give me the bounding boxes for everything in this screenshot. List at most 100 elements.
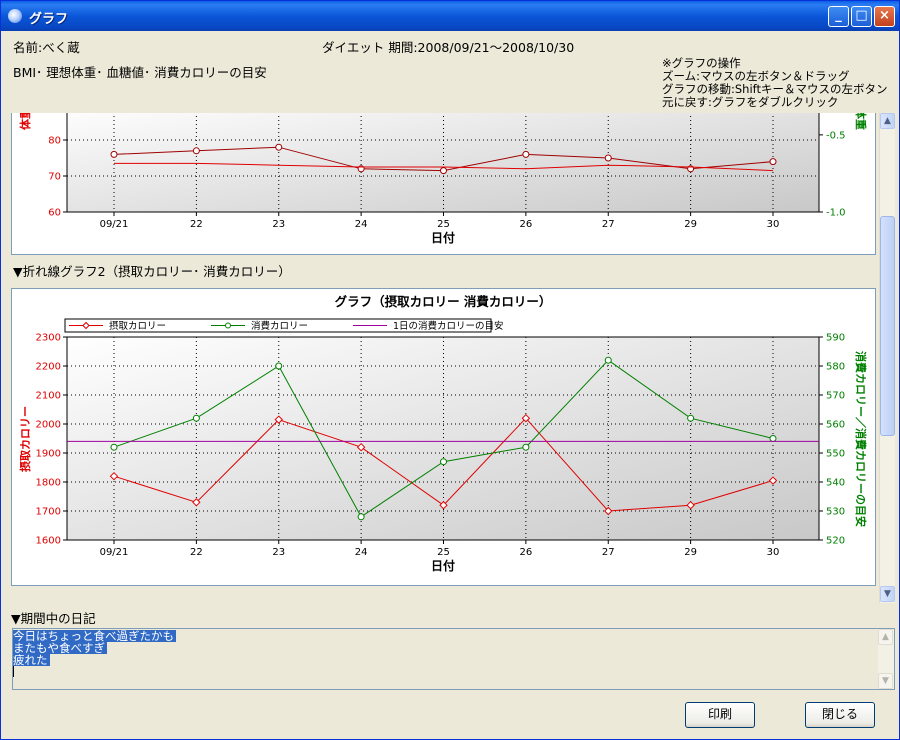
diet-period: ダイエット 期間:2008/09/21～2008/10/30 — [322, 40, 575, 55]
y-tick-label-right: 530 — [826, 507, 845, 518]
x-tick-label: 22 — [190, 547, 203, 558]
minimize-button[interactable]: _ — [828, 6, 849, 27]
scroll-up-button[interactable]: ▲ — [880, 113, 895, 129]
y-axis-label-right: 体重 — [854, 113, 868, 130]
x-tick-label: 22 — [190, 219, 203, 230]
calorie-chart[interactable]: 09/21 22 23 24 25 26 27 29 30 1600 1700 1800 1900 200… — [12, 289, 876, 586]
close-button[interactable]: 閉じる — [805, 702, 875, 728]
x-tick-label: 30 — [767, 219, 780, 230]
legend-label: 1日の消費カロリーの目安 — [393, 320, 504, 332]
y-tick-label-right: 550 — [826, 449, 845, 460]
y-tick-label-right: 580 — [826, 362, 845, 373]
diary-scrollbar[interactable]: ▲ ▼ — [878, 629, 894, 689]
data-point — [769, 435, 777, 442]
window-title: グラフ — [29, 12, 69, 27]
x-tick-label: 09/21 — [100, 547, 129, 558]
x-tick-label: 26 — [520, 219, 533, 230]
data-point — [440, 167, 447, 175]
weight-chart[interactable]: 09/21222324252627293060708090-1.0-0.5日付体… — [12, 113, 876, 255]
weight-chart-panel: 09/21222324252627293060708090-1.0-0.5日付体… — [11, 113, 876, 255]
y-tick-label: 2200 — [36, 362, 61, 373]
data-point — [275, 362, 283, 370]
charts-scroll-panel[interactable]: 09/21222324252627293060708090-1.0-0.5日付体… — [11, 113, 895, 603]
chart-title: グラフ（摂取カロリー 消費カロリー） — [335, 294, 552, 309]
y-tick-label: 2300 — [36, 333, 61, 344]
y-tick-label-right: 520 — [826, 536, 845, 547]
client-area: 名前:べく蔵 ダイエット 期間:2008/09/21～2008/10/30 BM… — [4, 31, 896, 737]
maximize-button[interactable]: □ — [851, 6, 872, 27]
y-tick-label: 1600 — [36, 536, 61, 547]
legend-marker — [225, 322, 231, 329]
data-point — [110, 443, 118, 451]
diary-scroll-down[interactable]: ▼ — [878, 673, 893, 689]
data-point — [522, 443, 530, 451]
scroll-down-button[interactable]: ▼ — [880, 586, 895, 602]
x-tick-label: 24 — [355, 219, 368, 230]
print-button[interactable]: 印刷 — [685, 702, 755, 728]
graph-window: グラフ _ □ × 名前:べく蔵 ダイエット 期間:2008/09/21～200… — [0, 0, 900, 740]
y-tick-label: 2100 — [36, 391, 61, 402]
y-tick-label: 1700 — [36, 507, 61, 518]
x-tick-label: 24 — [355, 547, 368, 558]
app-icon — [8, 9, 22, 23]
user-name: 名前:べく蔵 — [13, 40, 80, 55]
x-tick-label: 09/21 — [100, 219, 129, 230]
calorie-chart-panel: 09/21 22 23 24 25 26 27 29 30 1600 1700 1800 1900 200… — [11, 288, 876, 586]
y-tick-label: 1900 — [36, 449, 61, 460]
diary-textarea[interactable]: 今日はちょっと食べ過ぎたかも またもや食べすぎ 疲れた ▲ ▼ — [12, 628, 895, 690]
data-point — [275, 143, 283, 151]
y-tick-label-right: 590 — [826, 333, 845, 344]
x-tick-label: 25 — [437, 219, 450, 230]
close-window-button[interactable]: × — [874, 6, 895, 27]
diary-scroll-up[interactable]: ▲ — [878, 629, 893, 645]
x-tick-label: 23 — [272, 547, 285, 558]
x-tick-label: 30 — [767, 547, 780, 558]
data-point — [192, 414, 200, 422]
vertical-scrollbar[interactable]: ▲ ▼ — [879, 113, 895, 603]
minimize-icon: _ — [835, 8, 842, 23]
y-tick-label: 1800 — [36, 478, 61, 489]
text-caret — [13, 666, 14, 677]
maximize-icon: □ — [855, 8, 868, 23]
close-icon: × — [879, 8, 890, 23]
data-point — [769, 158, 777, 166]
x-axis-label: 日付 — [431, 558, 455, 573]
x-tick-label: 29 — [684, 547, 697, 558]
diary-label: ▼期間中の日記 — [11, 611, 96, 626]
data-point — [522, 150, 530, 158]
y-tick-label-right: 540 — [826, 478, 845, 489]
y-tick-label-right: -1.0 — [826, 208, 846, 219]
diary-line: 疲れた — [13, 653, 50, 667]
data-point — [604, 356, 612, 364]
title-bar[interactable]: グラフ _ □ × — [1, 1, 899, 31]
legend-label: 消費カロリー — [251, 320, 308, 332]
y-tick-label-right: 570 — [826, 391, 845, 402]
x-tick-label: 23 — [272, 219, 285, 230]
y-axis-label: 摂取カロリー — [18, 406, 32, 472]
legend-label: 摂取カロリー — [109, 320, 166, 332]
y-axis-label-right: 消費カロリー／消費カロリーの目安 — [854, 351, 868, 527]
data-point — [604, 154, 612, 162]
y-tick-label: 80 — [48, 136, 61, 147]
y-tick-label: 70 — [48, 172, 61, 183]
x-tick-label: 29 — [684, 219, 697, 230]
y-tick-label-right: -0.5 — [826, 130, 846, 141]
plot-area — [66, 113, 820, 213]
x-tick-label: 25 — [437, 547, 450, 558]
section2-label: ▼折れ線グラフ2（摂取カロリー･ 消費カロリー） — [13, 264, 291, 279]
scroll-thumb[interactable] — [880, 216, 895, 436]
data-point — [440, 458, 447, 466]
data-point — [110, 150, 118, 158]
y-tick-label-right: 560 — [826, 420, 845, 431]
x-tick-label: 27 — [602, 547, 615, 558]
data-point — [192, 147, 200, 155]
y-tick-label: 60 — [48, 208, 61, 219]
subtitle: BMI･ 理想体重･ 血糖値･ 消費カロリーの目安 — [13, 65, 267, 80]
data-point — [687, 414, 695, 422]
x-tick-label: 26 — [520, 547, 533, 558]
x-axis-label: 日付 — [431, 230, 455, 245]
x-tick-label: 27 — [602, 219, 615, 230]
y-tick-label: 2000 — [36, 420, 61, 431]
graph-help-text: ※グラフの操作 ズーム:マウスの左ボタン＆ドラッグ グラフの移動:Shiftキー… — [662, 56, 888, 109]
y-axis-label: 体重 — [18, 113, 32, 130]
